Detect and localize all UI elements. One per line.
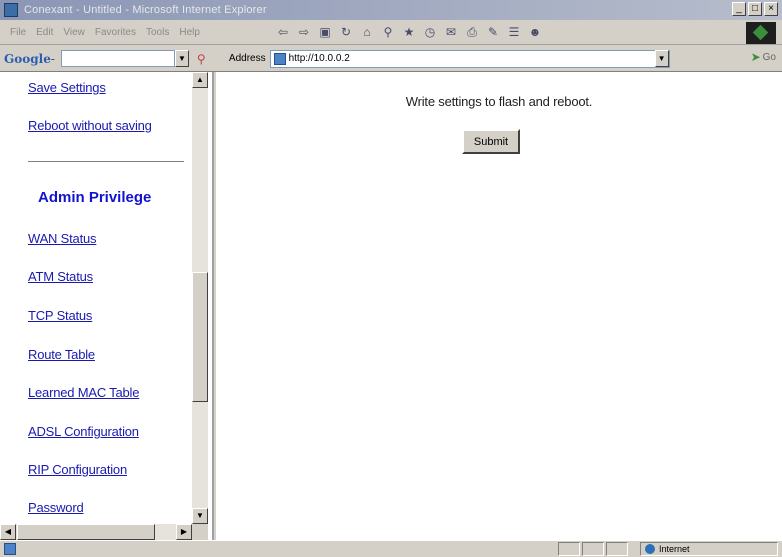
discuss-icon[interactable]: ☰	[506, 24, 522, 40]
scroll-down-icon[interactable]: ▼	[192, 508, 208, 524]
menu-view[interactable]: View	[63, 27, 85, 38]
reboot-message: Write settings to flash and reboot.	[405, 94, 593, 109]
mail-icon[interactable]: ✉	[443, 24, 459, 40]
nav-content: Save Settings Reboot without saving Admi…	[0, 72, 190, 524]
stop-icon[interactable]: ▣	[317, 24, 333, 40]
horizontal-scrollbar[interactable]: ◀ ▶	[0, 524, 208, 540]
tcp-status-link[interactable]: TCP Status	[28, 308, 92, 323]
security-zone: Internet	[640, 542, 778, 556]
google-search-input[interactable]	[60, 50, 175, 67]
nav-frame: Save Settings Reboot without saving Admi…	[0, 72, 214, 540]
address-text: http://10.0.0.2	[288, 53, 350, 64]
home-icon[interactable]: ⌂	[359, 24, 375, 40]
ie-logo-icon	[746, 22, 776, 44]
close-button[interactable]: ×	[764, 2, 778, 16]
print-icon[interactable]: ⎙	[464, 24, 480, 40]
search-icon[interactable]: ⚲	[380, 24, 396, 40]
messenger-icon[interactable]: ☻	[527, 24, 543, 40]
title-bar: Conexant - Untitled - Microsoft Internet…	[0, 0, 782, 20]
address-input[interactable]: http://10.0.0.2 ▼	[269, 49, 670, 68]
zone-label: Internet	[659, 544, 690, 554]
resize-grip	[192, 524, 208, 540]
status-cell	[558, 542, 580, 556]
address-label: Address	[228, 53, 266, 64]
google-sep: -	[50, 51, 55, 66]
address-toolbar: Google- ▼ ⚲ Address http://10.0.0.2 ▼ ➤ …	[0, 46, 782, 72]
google-logo[interactable]: Google-	[4, 52, 55, 66]
wan-status-link[interactable]: WAN Status	[28, 231, 97, 246]
scroll-left-icon[interactable]: ◀	[0, 524, 16, 540]
menu-favorites[interactable]: Favorites	[95, 27, 136, 38]
status-cell	[582, 542, 604, 556]
window-title: Conexant - Untitled - Microsoft Internet…	[24, 4, 267, 16]
horizontal-scroll-thumb[interactable]	[17, 524, 155, 540]
minimize-button[interactable]: _	[732, 2, 746, 16]
menu-file[interactable]: File	[10, 27, 26, 38]
forward-icon[interactable]: ⇨	[296, 24, 312, 40]
learned-mac-table-link[interactable]: Learned MAC Table	[28, 385, 139, 400]
window-controls: _ □ ×	[732, 2, 778, 16]
status-cells	[558, 542, 630, 556]
go-button[interactable]: ➤ Go	[751, 50, 776, 64]
scroll-up-icon[interactable]: ▲	[192, 72, 208, 88]
history-icon[interactable]: ◷	[422, 24, 438, 40]
divider	[28, 161, 184, 162]
section-title: Admin Privilege	[38, 189, 152, 206]
page-status-icon	[4, 543, 16, 555]
google-dropdown-icon[interactable]: ▼	[174, 50, 189, 67]
back-icon[interactable]: ⇦	[275, 24, 291, 40]
edit-icon[interactable]: ✎	[485, 24, 501, 40]
save-settings-link[interactable]: Save Settings	[28, 80, 106, 95]
page-icon	[273, 52, 286, 65]
address-dropdown-icon[interactable]: ▼	[654, 50, 669, 67]
google-search-icon[interactable]: ⚲	[197, 52, 211, 66]
menu-edit[interactable]: Edit	[36, 27, 53, 38]
reboot-without-saving-link[interactable]: Reboot without saving	[28, 118, 152, 133]
globe-icon	[645, 544, 655, 554]
go-label: Go	[762, 51, 776, 63]
refresh-icon[interactable]: ↻	[338, 24, 354, 40]
route-table-link[interactable]: Route Table	[28, 347, 95, 362]
main-frame: Write settings to flash and reboot. Subm…	[216, 72, 782, 540]
ie-app-icon	[4, 3, 18, 17]
vertical-scroll-thumb[interactable]	[192, 272, 208, 402]
rip-configuration-link[interactable]: RIP Configuration	[28, 462, 127, 477]
menu-tools[interactable]: Tools	[146, 27, 169, 38]
menu-bar: File Edit View Favorites Tools Help ⇦ ⇨ …	[0, 21, 782, 45]
submit-button[interactable]: Submit	[462, 129, 520, 154]
go-arrow-icon: ➤	[750, 50, 761, 64]
password-link[interactable]: Password	[28, 500, 84, 515]
status-bar: Internet	[0, 540, 782, 557]
adsl-configuration-link[interactable]: ADSL Configuration	[28, 424, 139, 439]
maximize-button[interactable]: □	[748, 2, 762, 16]
toolbar-icons: ⇦ ⇨ ▣ ↻ ⌂ ⚲ ★ ◷ ✉ ⎙ ✎ ☰ ☻	[275, 24, 543, 40]
status-cell	[606, 542, 628, 556]
scroll-right-icon[interactable]: ▶	[176, 524, 192, 540]
vertical-scrollbar[interactable]: ▲ ▼	[192, 72, 208, 524]
menu-help[interactable]: Help	[179, 27, 200, 38]
favorites-icon[interactable]: ★	[401, 24, 417, 40]
atm-status-link[interactable]: ATM Status	[28, 269, 93, 284]
google-label: Google	[4, 51, 51, 66]
